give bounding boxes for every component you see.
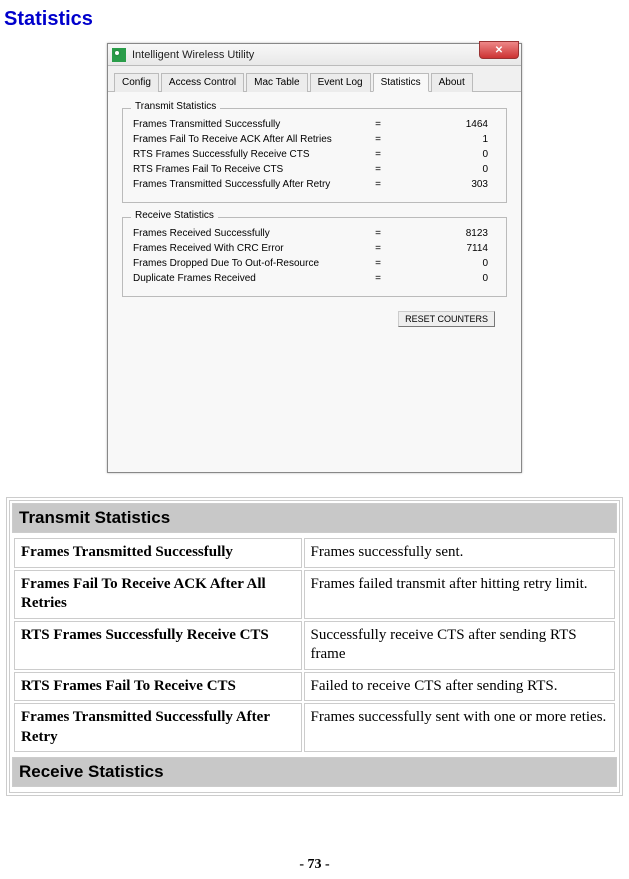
- stat-label: Duplicate Frames Received: [133, 273, 353, 284]
- table-row: Frames Transmitted Successfully Frames s…: [14, 538, 615, 568]
- stat-value: 0: [403, 273, 496, 284]
- stat-row: RTS Frames Successfully Receive CTS = 0: [133, 147, 496, 162]
- equals-sign: =: [353, 258, 403, 269]
- stat-label: Frames Transmitted Successfully After Re…: [133, 179, 353, 190]
- table-row: RTS Frames Successfully Receive CTS Succ…: [14, 621, 615, 670]
- stat-value: 1464: [403, 119, 496, 130]
- stat-row: RTS Frames Fail To Receive CTS = 0: [133, 162, 496, 177]
- stat-label: Frames Fail To Receive ACK After All Ret…: [133, 134, 353, 145]
- stat-value: 1: [403, 134, 496, 145]
- equals-sign: =: [353, 273, 403, 284]
- tab-about[interactable]: About: [431, 73, 473, 92]
- tab-strip: Config Access Control Mac Table Event Lo…: [108, 66, 521, 92]
- app-icon: [112, 48, 126, 62]
- tab-statistics[interactable]: Statistics: [373, 73, 429, 92]
- window-title: Intelligent Wireless Utility: [132, 49, 254, 61]
- stat-label: Frames Transmitted Successfully: [133, 119, 353, 130]
- row-key: Frames Transmitted Successfully: [14, 538, 302, 568]
- stat-value: 303: [403, 179, 496, 190]
- table-row: Frames Fail To Receive ACK After All Ret…: [14, 570, 615, 619]
- stat-row: Frames Transmitted Successfully After Re…: [133, 177, 496, 192]
- page-number: - 73 -: [0, 857, 629, 873]
- stat-value: 8123: [403, 228, 496, 239]
- close-button[interactable]: ✕: [479, 41, 519, 59]
- stat-label: Frames Received Successfully: [133, 228, 353, 239]
- stat-row: Frames Transmitted Successfully = 1464: [133, 117, 496, 132]
- doc-table-outer: Transmit Statistics Frames Transmitted S…: [6, 497, 623, 796]
- equals-sign: =: [353, 228, 403, 239]
- tab-content: Transmit Statistics Frames Transmitted S…: [108, 92, 521, 472]
- table-row: Frames Transmitted Successfully After Re…: [14, 703, 615, 752]
- equals-sign: =: [353, 149, 403, 160]
- tab-event-log[interactable]: Event Log: [310, 73, 371, 92]
- row-key: Frames Fail To Receive ACK After All Ret…: [14, 570, 302, 619]
- equals-sign: =: [353, 164, 403, 175]
- stat-row: Frames Received Successfully = 8123: [133, 226, 496, 241]
- titlebar: Intelligent Wireless Utility ✕: [108, 44, 521, 66]
- row-desc: Frames successfully sent with one or mor…: [304, 703, 615, 752]
- transmit-legend: Transmit Statistics: [131, 101, 220, 112]
- stat-label: Frames Dropped Due To Out-of-Resource: [133, 258, 353, 269]
- stat-label: RTS Frames Successfully Receive CTS: [133, 149, 353, 160]
- screenshot-container: Intelligent Wireless Utility ✕ Config Ac…: [4, 43, 625, 473]
- table-row: RTS Frames Fail To Receive CTS Failed to…: [14, 672, 615, 702]
- stat-row: Duplicate Frames Received = 0: [133, 271, 496, 286]
- stat-value: 0: [403, 149, 496, 160]
- stat-row: Frames Received With CRC Error = 7114: [133, 241, 496, 256]
- stat-row: Frames Fail To Receive ACK After All Ret…: [133, 132, 496, 147]
- tab-config[interactable]: Config: [114, 73, 159, 92]
- app-window: Intelligent Wireless Utility ✕ Config Ac…: [107, 43, 522, 473]
- stat-value: 7114: [403, 243, 496, 254]
- row-key: Frames Transmitted Successfully After Re…: [14, 703, 302, 752]
- row-key: RTS Frames Fail To Receive CTS: [14, 672, 302, 702]
- equals-sign: =: [353, 179, 403, 190]
- stat-label: RTS Frames Fail To Receive CTS: [133, 164, 353, 175]
- doc-table-inner: Transmit Statistics Frames Transmitted S…: [9, 500, 620, 793]
- transmit-section-header: Transmit Statistics: [12, 503, 617, 533]
- row-desc: Successfully receive CTS after sending R…: [304, 621, 615, 670]
- stat-row: Frames Dropped Due To Out-of-Resource = …: [133, 256, 496, 271]
- reset-counters-button[interactable]: RESET COUNTERS: [398, 311, 495, 327]
- row-key: RTS Frames Successfully Receive CTS: [14, 621, 302, 670]
- stat-value: 0: [403, 258, 496, 269]
- equals-sign: =: [353, 243, 403, 254]
- stat-value: 0: [403, 164, 496, 175]
- equals-sign: =: [353, 119, 403, 130]
- tab-access-control[interactable]: Access Control: [161, 73, 244, 92]
- receive-section-header: Receive Statistics: [12, 757, 617, 787]
- row-desc: Frames successfully sent.: [304, 538, 615, 568]
- close-icon: ✕: [495, 45, 503, 56]
- page-title: Statistics: [4, 8, 625, 31]
- tab-mac-table[interactable]: Mac Table: [246, 73, 307, 92]
- equals-sign: =: [353, 134, 403, 145]
- transmit-doc-table: Frames Transmitted Successfully Frames s…: [12, 536, 617, 754]
- row-desc: Failed to receive CTS after sending RTS.: [304, 672, 615, 702]
- row-desc: Frames failed transmit after hitting ret…: [304, 570, 615, 619]
- receive-legend: Receive Statistics: [131, 210, 218, 221]
- stat-label: Frames Received With CRC Error: [133, 243, 353, 254]
- transmit-fieldset: Transmit Statistics Frames Transmitted S…: [122, 108, 507, 203]
- reset-button-wrap: RESET COUNTERS: [122, 311, 507, 327]
- receive-fieldset: Receive Statistics Frames Received Succe…: [122, 217, 507, 297]
